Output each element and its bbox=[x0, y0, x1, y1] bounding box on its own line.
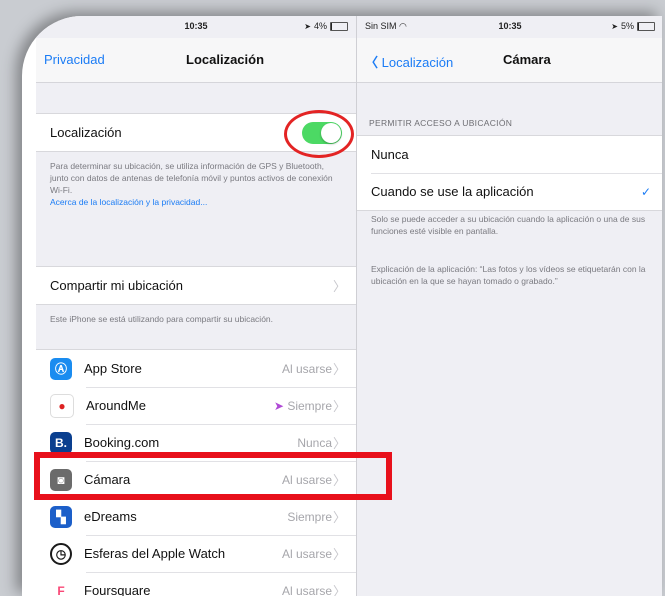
section-header: PERMITIR ACCESO A UBICACIÓN bbox=[369, 118, 512, 128]
carrier-label: Sin SIM ◠ bbox=[365, 21, 407, 32]
app-row-aroundme[interactable]: ● AroundMe ➤ Siempre 〉 bbox=[36, 387, 356, 424]
location-note-text: Para determinar su ubicación, se utiliza… bbox=[50, 161, 333, 195]
status-time: 10:35 bbox=[498, 21, 521, 31]
battery-percent: 4% bbox=[314, 21, 327, 31]
battery-status: ➤ 5% bbox=[611, 21, 655, 31]
chevron-right-icon: 〉 bbox=[333, 544, 346, 563]
app-permission: Nunca bbox=[297, 436, 332, 450]
app-row-foursquare[interactable]: F Foursquare Al usarse 〉 bbox=[36, 572, 356, 596]
battery-icon bbox=[637, 22, 655, 31]
camera-row-highlight-box bbox=[34, 452, 392, 500]
location-note: Para determinar su ubicación, se utiliza… bbox=[50, 160, 342, 208]
share-location-label: Compartir mi ubicación bbox=[50, 278, 183, 293]
app-row-app-store[interactable]: Ⓐ App Store Al usarse 〉 bbox=[36, 350, 356, 387]
checkmark-icon: ✓ bbox=[641, 185, 651, 199]
location-services-group: Localización bbox=[36, 113, 356, 152]
app-row-apple-watch-faces[interactable]: ◷ Esferas del Apple Watch Al usarse 〉 bbox=[36, 535, 356, 572]
location-arrow-icon: ➤ bbox=[611, 22, 618, 31]
chevron-right-icon: 〉 bbox=[333, 359, 346, 378]
location-services-row: Localización bbox=[36, 114, 356, 151]
back-button[interactable]: 〈 Localización bbox=[365, 52, 453, 71]
location-services-label: Localización bbox=[50, 125, 122, 140]
option-label: Nunca bbox=[371, 147, 409, 162]
location-arrow-icon: ➤ bbox=[274, 399, 287, 413]
option-label: Cuando se use la aplicación bbox=[371, 184, 534, 199]
location-arrow-icon: ➤ bbox=[304, 22, 311, 31]
privacy-link[interactable]: Acerca de la localización y la privacida… bbox=[50, 197, 207, 207]
chevron-right-icon: 〉 bbox=[333, 581, 346, 596]
status-time: 10:35 bbox=[184, 21, 207, 31]
carrier-text: Sin SIM bbox=[365, 21, 397, 31]
share-location-group: Compartir mi ubicación 〉 bbox=[36, 266, 356, 305]
option-never[interactable]: Nunca bbox=[357, 136, 662, 173]
camera-location-screen: Sin SIM ◠ 10:35 ➤ 5% 〈 Localización Cáma… bbox=[356, 16, 662, 596]
booking-icon: B. bbox=[50, 432, 72, 454]
chevron-right-icon: 〉 bbox=[333, 507, 346, 526]
page-title: Localización bbox=[186, 52, 264, 67]
app-explanation-note: Explicación de la aplicación: “Las fotos… bbox=[371, 263, 649, 287]
app-permission-value: Siempre bbox=[287, 399, 332, 413]
app-name: eDreams bbox=[84, 509, 137, 524]
app-permission: Al usarse bbox=[282, 362, 332, 376]
status-bar: Sin SIM ◠ 10:35 ➤ 5% bbox=[357, 16, 662, 36]
app-name: Booking.com bbox=[84, 435, 159, 450]
app-name: Foursquare bbox=[84, 583, 150, 596]
app-permission: ➤ Siempre bbox=[274, 399, 332, 413]
app-permission: Al usarse bbox=[282, 547, 332, 561]
back-label: Privacidad bbox=[44, 52, 105, 67]
status-bar: 10:35 ➤ 4% bbox=[36, 16, 356, 36]
share-location-row[interactable]: Compartir mi ubicación 〉 bbox=[36, 267, 356, 304]
access-note: Solo se puede acceder a su ubicación cua… bbox=[371, 213, 649, 237]
app-permission: Siempre bbox=[287, 510, 332, 524]
battery-status: ➤ 4% bbox=[304, 21, 348, 31]
aroundme-icon: ● bbox=[50, 394, 74, 418]
watch-icon: ◷ bbox=[50, 543, 72, 565]
back-button[interactable]: Privacidad bbox=[44, 52, 105, 67]
page-title: Cámara bbox=[503, 52, 551, 67]
option-while-using[interactable]: Cuando se use la aplicación ✓ bbox=[357, 173, 662, 210]
share-note: Este iPhone se está utilizando para comp… bbox=[50, 313, 342, 325]
back-label: Localización bbox=[382, 55, 454, 70]
app-permission: Al usarse bbox=[282, 584, 332, 596]
chevron-right-icon: 〉 bbox=[333, 433, 346, 452]
app-store-icon: Ⓐ bbox=[50, 358, 72, 380]
chevron-right-icon: 〉 bbox=[333, 396, 346, 415]
app-row-edreams[interactable]: ▚ eDreams Siempre 〉 bbox=[36, 498, 356, 535]
location-access-options: Nunca Cuando se use la aplicación ✓ bbox=[357, 135, 662, 211]
chevron-right-icon: 〉 bbox=[333, 276, 346, 295]
battery-percent: 5% bbox=[621, 21, 634, 31]
app-name: Esferas del Apple Watch bbox=[84, 546, 225, 561]
navigation-bar: 〈 Localización Cámara bbox=[357, 38, 662, 83]
screenshot-frame: 10:35 ➤ 4% Privacidad Localización Local… bbox=[22, 16, 662, 596]
app-name: AroundMe bbox=[86, 398, 146, 413]
edreams-icon: ▚ bbox=[50, 506, 72, 528]
location-settings-screen: 10:35 ➤ 4% Privacidad Localización Local… bbox=[36, 16, 356, 596]
navigation-bar: Privacidad Localización bbox=[36, 38, 356, 83]
battery-icon bbox=[330, 22, 348, 31]
foursquare-icon: F bbox=[50, 580, 72, 596]
chevron-left-icon: 〈 bbox=[365, 55, 378, 70]
wifi-icon: ◠ bbox=[399, 21, 407, 31]
toggle-highlight-circle bbox=[284, 110, 354, 158]
app-name: App Store bbox=[84, 361, 142, 376]
